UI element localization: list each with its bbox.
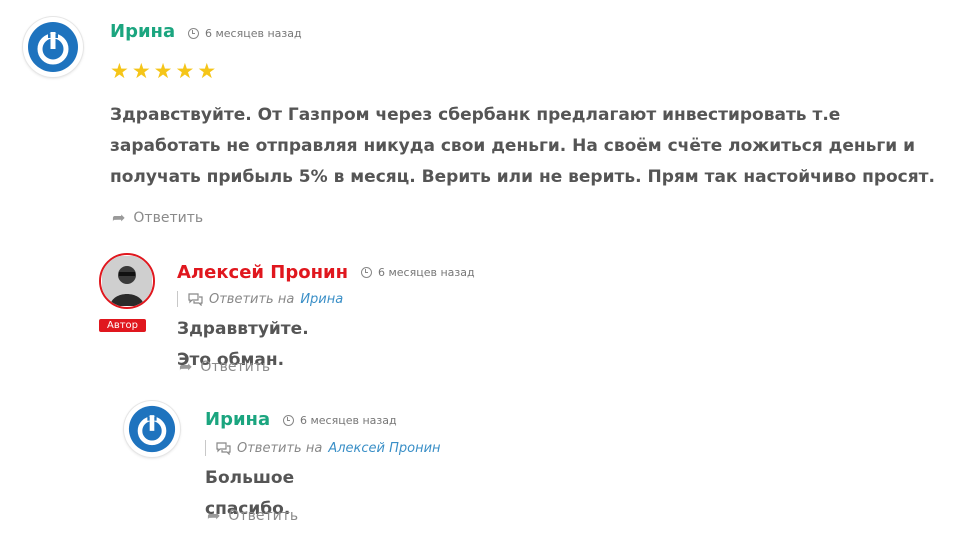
reply-to: Ответить на Ирина xyxy=(177,291,343,307)
star-icon: ★ xyxy=(110,59,129,83)
reply-arrow-icon: ➦ xyxy=(207,506,221,525)
gravatar-power-icon xyxy=(128,405,176,453)
clock-icon xyxy=(188,28,199,39)
reply-button[interactable]: ➦ Ответить xyxy=(179,357,270,376)
comment-text: Здравствуйте. От Газпром через сбербанк … xyxy=(110,105,935,187)
reply-target-link[interactable]: Ирина xyxy=(300,292,343,307)
star-icon: ★ xyxy=(131,59,151,83)
star-icon: ★ xyxy=(153,59,173,83)
chat-icon xyxy=(188,292,203,306)
reply-button[interactable]: ➦ Ответить xyxy=(112,208,203,227)
reply-target-link[interactable]: Алексей Пронин xyxy=(328,441,440,456)
author-name[interactable]: Ирина xyxy=(110,21,175,42)
avatar xyxy=(124,401,180,457)
author-name[interactable]: Ирина xyxy=(205,409,270,430)
author-badge: Автор xyxy=(99,319,147,332)
star-icon: ★ xyxy=(175,59,195,83)
clock-icon xyxy=(283,415,294,426)
reply-arrow-icon: ➦ xyxy=(179,357,193,376)
reply-to: Ответить на Алексей Пронин xyxy=(205,440,441,456)
divider xyxy=(205,440,206,456)
author-name[interactable]: Алексей Пронин xyxy=(177,262,348,283)
rating-stars: ★ ★ ★ ★ ★ xyxy=(110,60,216,82)
avatar xyxy=(23,17,83,77)
comment-time: 6 месяцев назад xyxy=(361,266,475,279)
reply-button[interactable]: ➦ Ответить xyxy=(207,506,298,525)
user-photo xyxy=(102,256,152,306)
comment-time: 6 месяцев назад xyxy=(188,27,302,40)
divider xyxy=(177,291,178,307)
gravatar-power-icon xyxy=(28,22,78,72)
reply-arrow-icon: ➦ xyxy=(112,208,126,227)
comment-time: 6 месяцев назад xyxy=(283,414,397,427)
chat-icon xyxy=(216,441,231,455)
star-icon: ★ xyxy=(197,59,217,83)
avatar xyxy=(99,253,155,309)
clock-icon xyxy=(361,267,372,278)
